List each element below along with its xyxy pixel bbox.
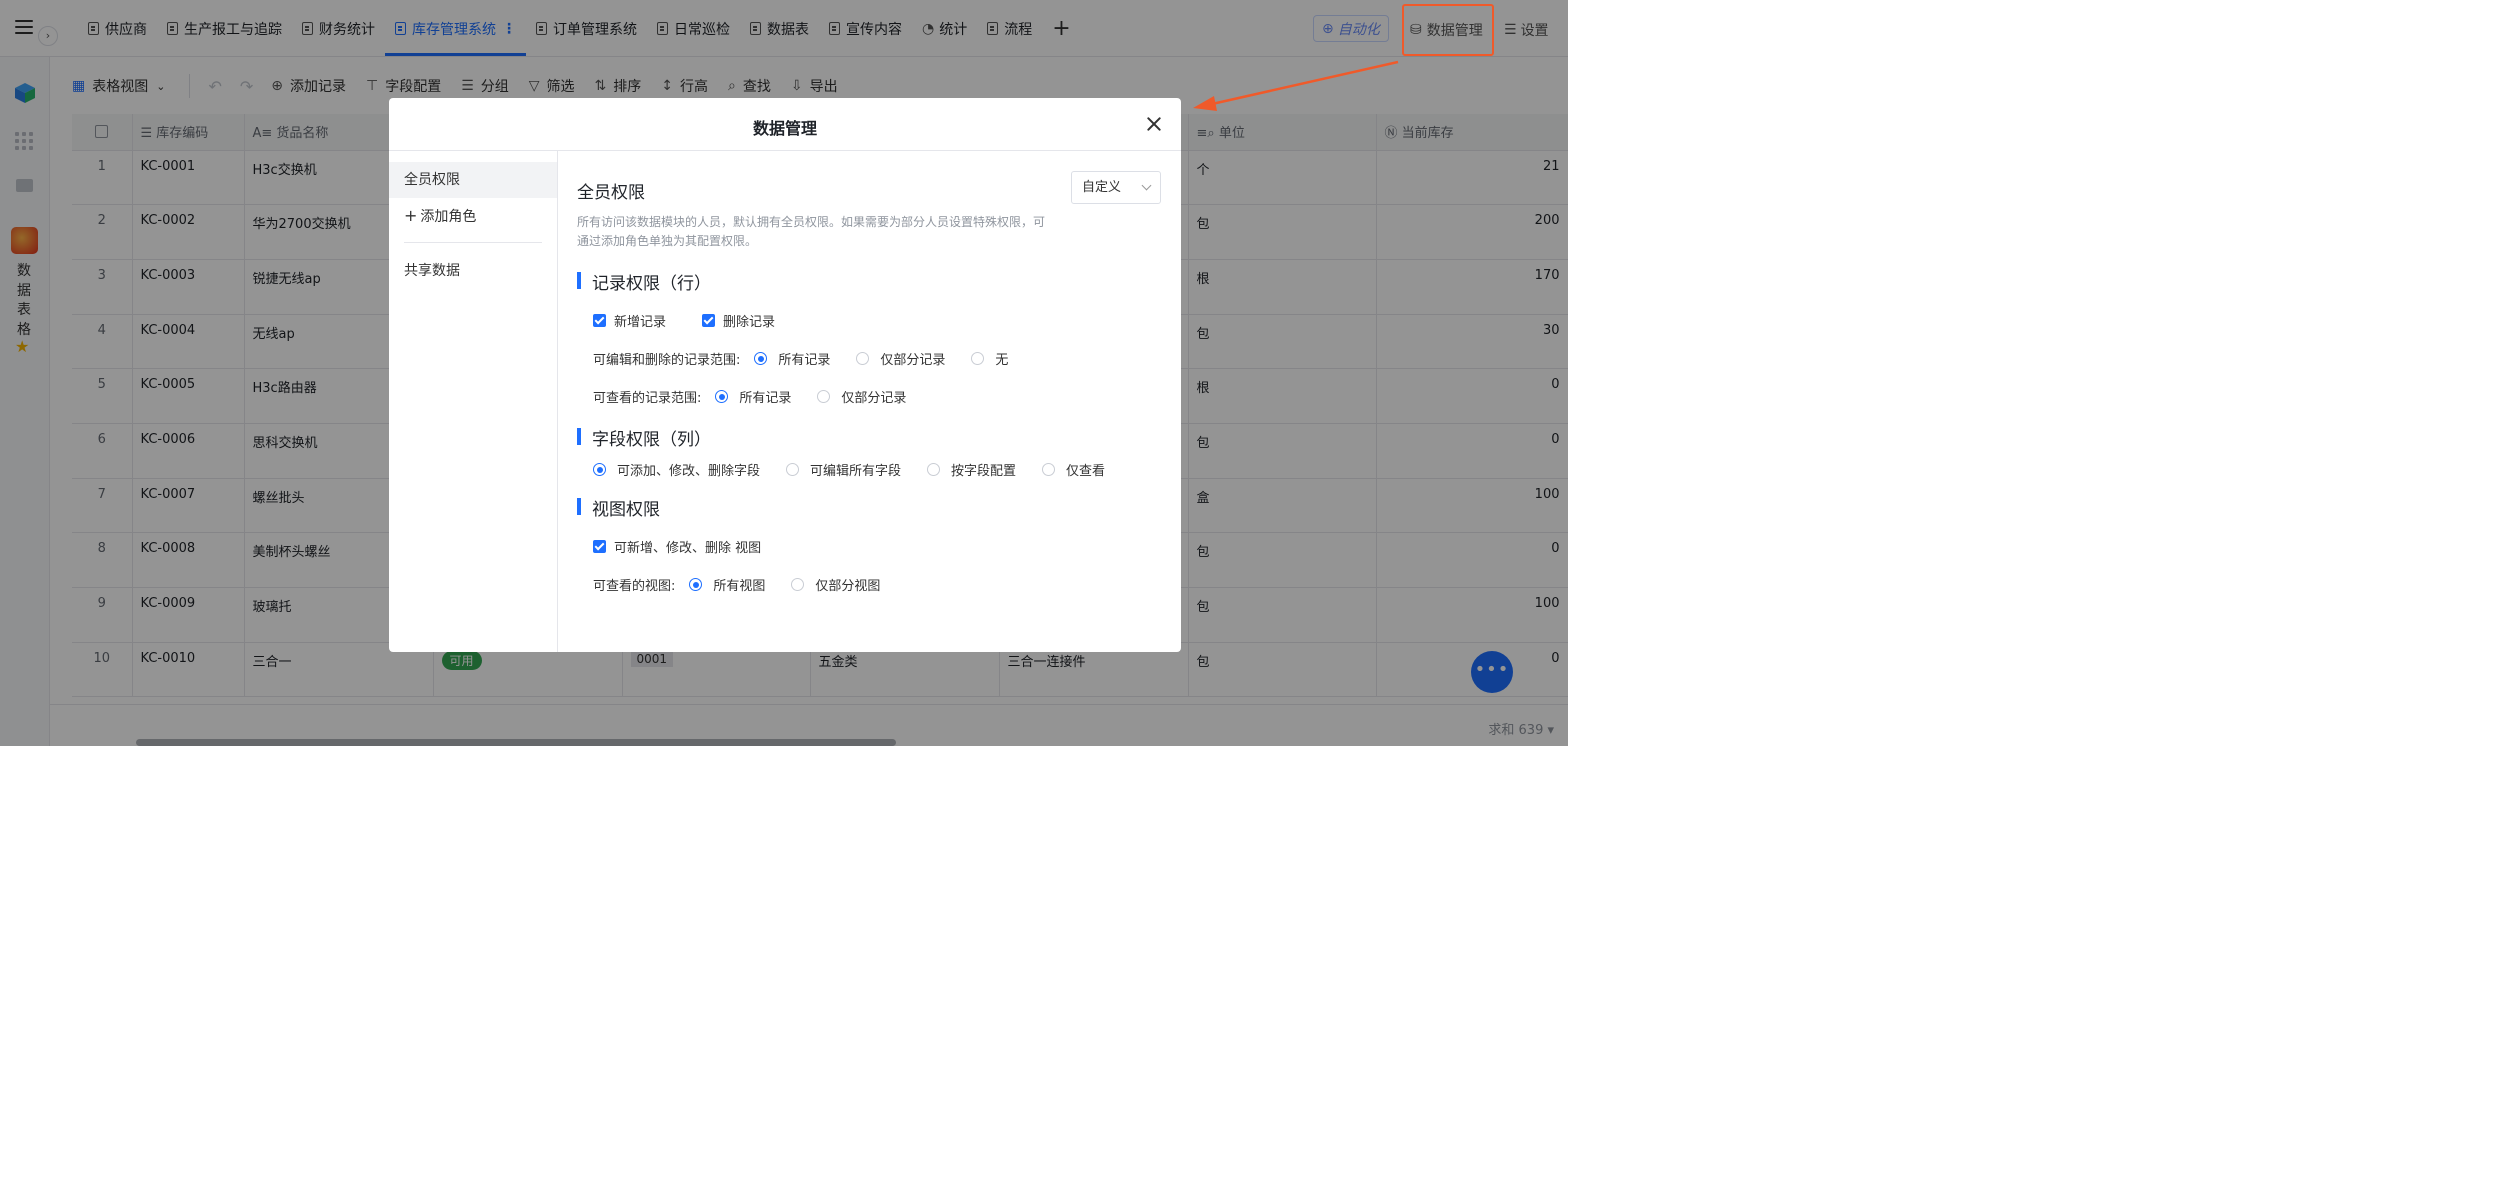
section-title: 全员权限 (577, 183, 645, 203)
data-management-dialog: 数据管理 全员权限 + 添加角色 共享数据 全员权限 自定义 所有访问该数据模块的… (389, 98, 1181, 652)
dialog-header: 数据管理 (389, 98, 1181, 151)
dialog-title: 数据管理 (752, 119, 817, 138)
radio-icon (786, 463, 800, 476)
radio-icon (817, 390, 831, 403)
delete-record-checkbox[interactable]: 删除记录 (702, 311, 775, 330)
field-permission-row: 可添加、修改、删除字段 可编辑所有字段 按字段配置 仅查看 (593, 460, 1131, 479)
chevron-down-icon (1141, 180, 1152, 191)
view-permission-title: 视图权限 (577, 495, 660, 520)
field-perm-full-radio[interactable]: 可添加、修改、删除字段 (593, 460, 760, 479)
radio-icon (856, 352, 870, 365)
view-scope-row: 可查看的记录范围: 所有记录 仅部分记录 (593, 387, 932, 406)
plus-icon: + (404, 206, 418, 225)
edit-scope-none-radio[interactable]: 无 (971, 349, 1008, 368)
visible-views-row: 可查看的视图: 所有视图 仅部分视图 (593, 575, 906, 594)
radio-selected-icon (715, 390, 729, 403)
radio-icon (927, 463, 941, 476)
visible-views-label: 可查看的视图: (593, 579, 676, 594)
visible-views-all-radio[interactable]: 所有视图 (689, 575, 765, 594)
annotation-highlight-box (1402, 4, 1494, 56)
edit-scope-row: 可编辑和删除的记录范围: 所有记录 仅部分记录 无 (593, 349, 1034, 368)
field-perm-view-only-radio[interactable]: 仅查看 (1042, 460, 1105, 479)
sidebar-divider (404, 242, 542, 243)
view-edit-row: 可新增、修改、删除 视图 (593, 537, 787, 556)
radio-icon (1042, 463, 1056, 476)
edit-scope-partial-radio[interactable]: 仅部分记录 (856, 349, 945, 368)
record-checkbox-row: 新增记录 删除记录 (593, 311, 801, 330)
edit-scope-all-radio[interactable]: 所有记录 (754, 349, 830, 368)
view-scope-partial-radio[interactable]: 仅部分记录 (817, 387, 906, 406)
checkbox-checked-icon (702, 314, 716, 327)
radio-selected-icon (689, 578, 703, 591)
edit-views-checkbox[interactable]: 可新增、修改、删除 视图 (593, 537, 761, 556)
checkbox-checked-icon (593, 314, 606, 327)
close-icon[interactable] (1145, 115, 1163, 133)
radio-selected-icon (754, 352, 768, 365)
field-permission-title: 字段权限（列） (577, 425, 711, 450)
permission-panel: 全员权限 自定义 所有访问该数据模块的人员，默认拥有全员权限。如果需要为部分人员… (577, 151, 1167, 652)
radio-selected-icon (593, 463, 606, 476)
radio-icon (971, 352, 985, 365)
role-item-all-members[interactable]: 全员权限 (389, 162, 557, 198)
permission-mode-select[interactable]: 自定义 (1071, 171, 1161, 204)
field-perm-by-field-radio[interactable]: 按字段配置 (927, 460, 1016, 479)
record-permission-title: 记录权限（行） (577, 269, 711, 294)
checkbox-checked-icon (593, 540, 606, 553)
add-role-button[interactable]: + 添加角色 (389, 198, 557, 234)
view-scope-all-radio[interactable]: 所有记录 (715, 387, 791, 406)
edit-scope-label: 可编辑和删除的记录范围: (593, 353, 741, 368)
view-scope-label: 可查看的记录范围: (593, 391, 702, 406)
permission-description: 所有访问该数据模块的人员，默认拥有全员权限。如果需要为部分人员设置特殊权限，可通… (577, 215, 1046, 248)
radio-icon (791, 578, 805, 591)
shared-data-item[interactable]: 共享数据 (389, 253, 557, 289)
add-record-checkbox[interactable]: 新增记录 (593, 311, 666, 330)
field-perm-edit-all-radio[interactable]: 可编辑所有字段 (786, 460, 901, 479)
visible-views-partial-radio[interactable]: 仅部分视图 (791, 575, 880, 594)
role-sidebar: 全员权限 + 添加角色 共享数据 (389, 151, 558, 652)
